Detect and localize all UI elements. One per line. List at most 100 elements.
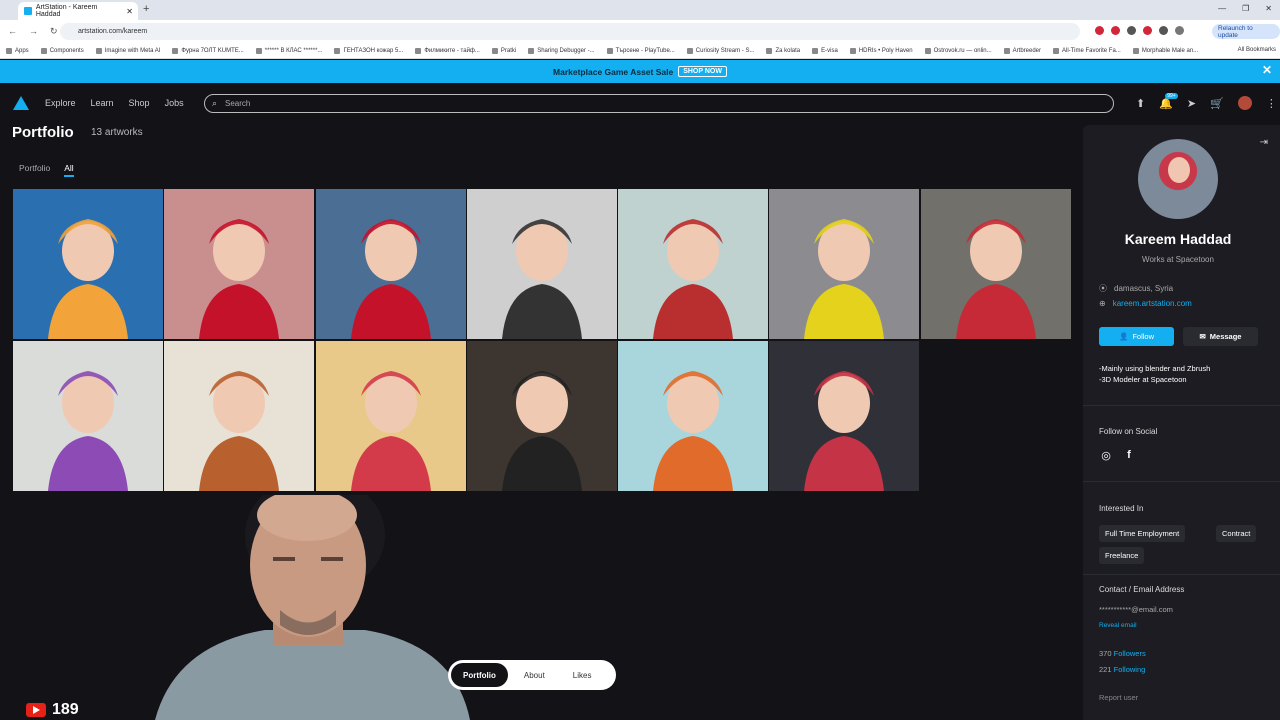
tab-portfolio-section[interactable]: Portfolio (451, 663, 508, 687)
bookmark-icon (528, 47, 535, 54)
artwork-thumbnail-green-alien[interactable] (315, 341, 466, 491)
browser-tab[interactable]: ArtStation - Kareem Haddad ✕ (18, 2, 138, 20)
bookmark-label: Sharing Debugger -... (537, 47, 595, 54)
follow-button[interactable]: 👤 Follow (1099, 327, 1174, 346)
artwork-thumbnail-cat-girl[interactable] (769, 341, 920, 491)
bookmark-item[interactable]: All-Time Favorite Fa... (1053, 47, 1121, 54)
upload-icon[interactable]: ⬆ (1136, 97, 1145, 110)
nav-jobs[interactable]: Jobs (165, 98, 184, 108)
artwork-thumbnail-book-shop[interactable] (618, 189, 769, 339)
location-text: damascus, Syria (1114, 284, 1174, 293)
instagram-icon[interactable]: ◎ (1099, 448, 1113, 462)
followers-stat[interactable]: 370 Followers (1099, 649, 1146, 658)
extension-icon[interactable] (1095, 26, 1104, 35)
close-tab-icon[interactable]: ✕ (126, 7, 133, 16)
nav-learn[interactable]: Learn (91, 98, 114, 108)
webcam-presenter (155, 495, 470, 720)
relaunch-button[interactable]: Relaunch to update (1212, 24, 1280, 39)
message-button[interactable]: ✉ Message (1183, 327, 1258, 346)
profile-avatar-icon[interactable] (1175, 26, 1184, 35)
artwork-thumbnail-purple-hair-girl[interactable] (13, 341, 163, 491)
bookmark-item[interactable]: Фурна 7ОЛТ KUMTE... (172, 47, 244, 54)
bookmark-item[interactable]: Imagine with Meta AI (95, 47, 160, 54)
notifications-icon[interactable]: 🔔 99+ (1159, 92, 1178, 110)
followers-link[interactable]: Followers (1114, 649, 1146, 658)
bookmark-item[interactable]: Za kolata (766, 47, 800, 54)
bookmark-item[interactable]: HDRIs • Poly Haven (849, 47, 913, 54)
tab-portfolio[interactable]: Portfolio (19, 163, 50, 177)
bio-line: -Mainly using blender and Zbrush (1099, 364, 1211, 373)
user-avatar[interactable] (1237, 96, 1252, 110)
messages-icon[interactable]: ➤ (1187, 97, 1196, 110)
bookmark-icon (1003, 47, 1010, 54)
close-icon[interactable]: ✕ (1262, 63, 1272, 77)
bookmark-item[interactable]: Pratki (491, 47, 516, 54)
artstation-favicon-icon (24, 7, 32, 15)
new-tab-icon[interactable]: + (143, 3, 149, 15)
bio-line: -3D Modeler at Spacetoon (1099, 375, 1187, 384)
restore-icon[interactable]: ❐ (1242, 4, 1249, 13)
globe-icon: ⊕ (1099, 299, 1106, 308)
more-icon[interactable]: ⋮ (1266, 97, 1277, 110)
bookmark-label: Components (49, 47, 84, 54)
artwork-thumbnail-girl-bob-red-1[interactable] (164, 189, 315, 339)
tab-all[interactable]: All (64, 163, 74, 177)
extension-icon[interactable] (1127, 26, 1136, 35)
shop-now-button[interactable]: SHOP NOW (678, 66, 727, 77)
extension-icon[interactable] (1111, 26, 1120, 35)
tab-likes-section[interactable]: Likes (561, 663, 604, 687)
all-bookmarks-link[interactable]: All Bookmarks (1238, 47, 1276, 53)
bookmark-item[interactable]: Curiosity Stream - S... (686, 47, 754, 54)
url-field[interactable]: artstation.com/kareem (60, 23, 1080, 40)
reload-icon[interactable]: ↻ (50, 26, 58, 37)
bookmark-item[interactable]: ****** В КЛАС ******... (255, 47, 323, 54)
collapse-panel-icon[interactable]: ⇥ (1260, 137, 1268, 148)
artwork-thumbnail-orange-ponytail[interactable] (618, 341, 769, 491)
bookmark-icon (172, 47, 179, 54)
minimize-icon[interactable]: — (1218, 4, 1226, 13)
artwork-thumbnail-red-hair-warrior[interactable] (920, 189, 1071, 339)
following-stat[interactable]: 221 Following (1099, 665, 1145, 674)
extension-icons (1095, 26, 1184, 35)
extension-icon[interactable] (1143, 26, 1152, 35)
extension-icon[interactable] (1159, 26, 1168, 35)
profile-website[interactable]: ⊕ kareem.artstation.com (1099, 299, 1192, 308)
artwork-thumbnail-robot-girl[interactable] (769, 189, 920, 339)
interest-chip: Freelance (1099, 547, 1145, 564)
website-link[interactable]: kareem.artstation.com (1113, 299, 1192, 308)
cart-icon[interactable]: 🛒 (1210, 97, 1224, 110)
bookmark-item[interactable]: Sharing Debugger -... (528, 47, 595, 54)
bookmark-item[interactable]: Morphable Male an... (1132, 47, 1198, 54)
bookmark-item[interactable]: Apps (6, 47, 29, 54)
close-window-icon[interactable]: ✕ (1265, 4, 1272, 13)
facebook-icon[interactable]: f (1122, 448, 1136, 462)
search-input[interactable]: ⌕ Search (204, 94, 1114, 113)
artwork-thumbnail-samurai-boy[interactable] (466, 341, 617, 491)
nav-shop[interactable]: Shop (129, 98, 150, 108)
reveal-email-link[interactable]: Reveal email (1099, 622, 1137, 629)
bookmark-label: ****** В КЛАС ******... (264, 47, 323, 54)
bookmark-item[interactable]: Components (40, 47, 84, 54)
bookmark-item[interactable]: Artbreeder (1003, 47, 1041, 54)
social-heading: Follow on Social (1099, 427, 1158, 436)
bookmark-item[interactable]: Филмиките - тайф... (415, 47, 480, 54)
artwork-thumbnail-chef-kid[interactable] (13, 189, 163, 339)
back-icon[interactable]: ← (8, 26, 17, 37)
mail-icon: ✉ (1199, 332, 1206, 341)
profile-bio: -Mainly using blender and Zbrush -3D Mod… (1099, 363, 1210, 385)
artstation-logo-icon[interactable] (13, 96, 29, 110)
bookmark-item[interactable]: Търсене - PlayTube... (606, 47, 675, 54)
artwork-thumbnail-autumn-woman[interactable] (164, 341, 315, 491)
tab-about-section[interactable]: About (512, 663, 557, 687)
bookmark-icon (606, 47, 613, 54)
artwork-thumbnail-girl-bob-red-2[interactable] (315, 189, 466, 339)
bookmark-item[interactable]: E-visa (812, 47, 838, 54)
artwork-thumbnail-ninja-woman[interactable] (466, 189, 617, 339)
nav-explore[interactable]: Explore (45, 98, 76, 108)
report-user-link[interactable]: Report user (1099, 693, 1138, 702)
forward-icon[interactable]: → (29, 26, 38, 37)
bookmark-item[interactable]: ГЕНТАЗОН кожар 5... (334, 47, 403, 54)
bookmark-item[interactable]: Ostrovok.ru — onlin... (924, 47, 992, 54)
following-link[interactable]: Following (1114, 665, 1146, 674)
interest-chip: Full Time Employment (1099, 525, 1186, 542)
